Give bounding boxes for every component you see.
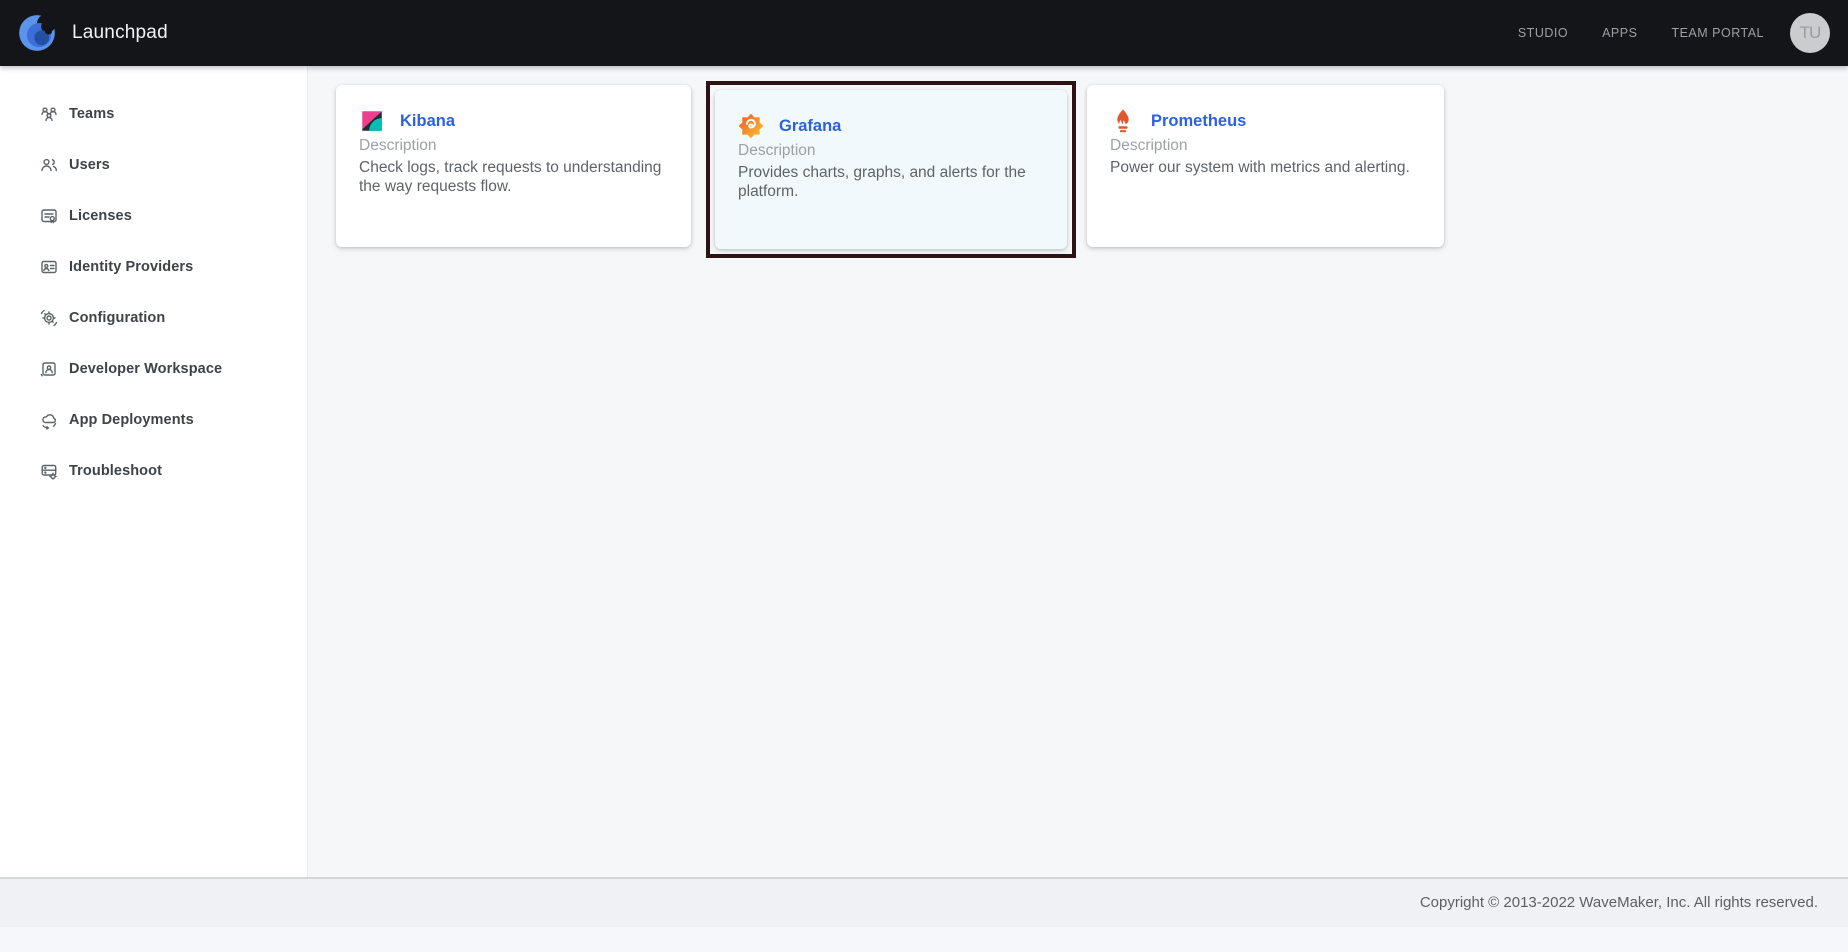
- description-label: Description: [359, 137, 669, 155]
- app-deployments-icon: [39, 410, 59, 430]
- sidebar-item-label: Users: [69, 157, 110, 173]
- sidebar-item-users[interactable]: Users: [0, 139, 307, 190]
- app-description: Power our system with metrics and alerti…: [1110, 158, 1422, 177]
- app-card-prometheus[interactable]: Prometheus Description Power our system …: [1087, 85, 1444, 247]
- app-link-grafana[interactable]: Grafana: [779, 117, 841, 136]
- grafana-logo-icon: [738, 113, 764, 139]
- top-bar: Launchpad STUDIO APPS TEAM PORTAL TU: [0, 0, 1848, 66]
- launchpad-page: Launchpad STUDIO APPS TEAM PORTAL TU Tea…: [0, 0, 1848, 952]
- card-header: Kibana: [359, 108, 669, 134]
- nav-team-portal[interactable]: TEAM PORTAL: [1671, 26, 1764, 40]
- sidebar: Teams Users: [0, 66, 308, 877]
- teams-icon: [39, 104, 59, 124]
- developer-workspace-icon: [39, 359, 59, 379]
- sidebar-item-troubleshoot[interactable]: Troubleshoot: [0, 445, 307, 496]
- app-title: Launchpad: [72, 22, 168, 44]
- app-link-kibana[interactable]: Kibana: [400, 112, 455, 131]
- apps-panel: Kibana Description Check logs, track req…: [308, 66, 1848, 877]
- sidebar-item-licenses[interactable]: Licenses: [0, 190, 307, 241]
- sidebar-item-app-deployments[interactable]: App Deployments: [0, 394, 307, 445]
- kibana-logo-icon: [359, 108, 385, 134]
- bottom-strip: [0, 927, 1848, 952]
- sidebar-item-label: Developer Workspace: [69, 361, 222, 377]
- app-card-kibana[interactable]: Kibana Description Check logs, track req…: [336, 85, 691, 247]
- selection-highlight: Grafana Description Provides charts, gra…: [706, 81, 1076, 258]
- wavemaker-logo-icon: [16, 12, 58, 54]
- nav-apps[interactable]: APPS: [1602, 26, 1637, 40]
- users-icon: [39, 155, 59, 175]
- sidebar-item-developer-workspace[interactable]: Developer Workspace: [0, 343, 307, 394]
- sidebar-item-label: Identity Providers: [69, 259, 193, 275]
- app-description: Provides charts, graphs, and alerts for …: [738, 163, 1045, 201]
- footer: Copyright © 2013-2022 WaveMaker, Inc. Al…: [0, 877, 1848, 927]
- app-link-prometheus[interactable]: Prometheus: [1151, 112, 1246, 131]
- sidebar-item-label: Licenses: [69, 208, 132, 224]
- app-description: Check logs, track requests to understand…: [359, 158, 669, 196]
- copyright-text: Copyright © 2013-2022 WaveMaker, Inc. Al…: [0, 879, 1848, 927]
- description-label: Description: [1110, 137, 1422, 155]
- sidebar-item-label: Configuration: [69, 310, 165, 326]
- sidebar-item-teams[interactable]: Teams: [0, 88, 307, 139]
- licenses-icon: [39, 206, 59, 226]
- user-avatar[interactable]: TU: [1790, 13, 1830, 53]
- sidebar-item-configuration[interactable]: Configuration: [0, 292, 307, 343]
- header-nav: STUDIO APPS TEAM PORTAL TU: [1484, 13, 1830, 53]
- content-row: Teams Users: [0, 66, 1848, 877]
- nav-studio[interactable]: STUDIO: [1518, 26, 1568, 40]
- sidebar-item-label: App Deployments: [69, 412, 194, 428]
- sidebar-item-label: Teams: [69, 106, 114, 122]
- sidebar-item-identity-providers[interactable]: Identity Providers: [0, 241, 307, 292]
- app-card-grafana[interactable]: Grafana Description Provides charts, gra…: [715, 90, 1067, 249]
- card-header: Prometheus: [1110, 108, 1422, 134]
- prometheus-logo-icon: [1110, 108, 1136, 134]
- identity-providers-icon: [39, 257, 59, 277]
- configuration-icon: [39, 308, 59, 328]
- description-label: Description: [738, 142, 1045, 160]
- card-header: Grafana: [738, 113, 1045, 139]
- brand[interactable]: Launchpad: [16, 12, 168, 54]
- sidebar-item-label: Troubleshoot: [69, 463, 162, 479]
- troubleshoot-icon: [39, 461, 59, 481]
